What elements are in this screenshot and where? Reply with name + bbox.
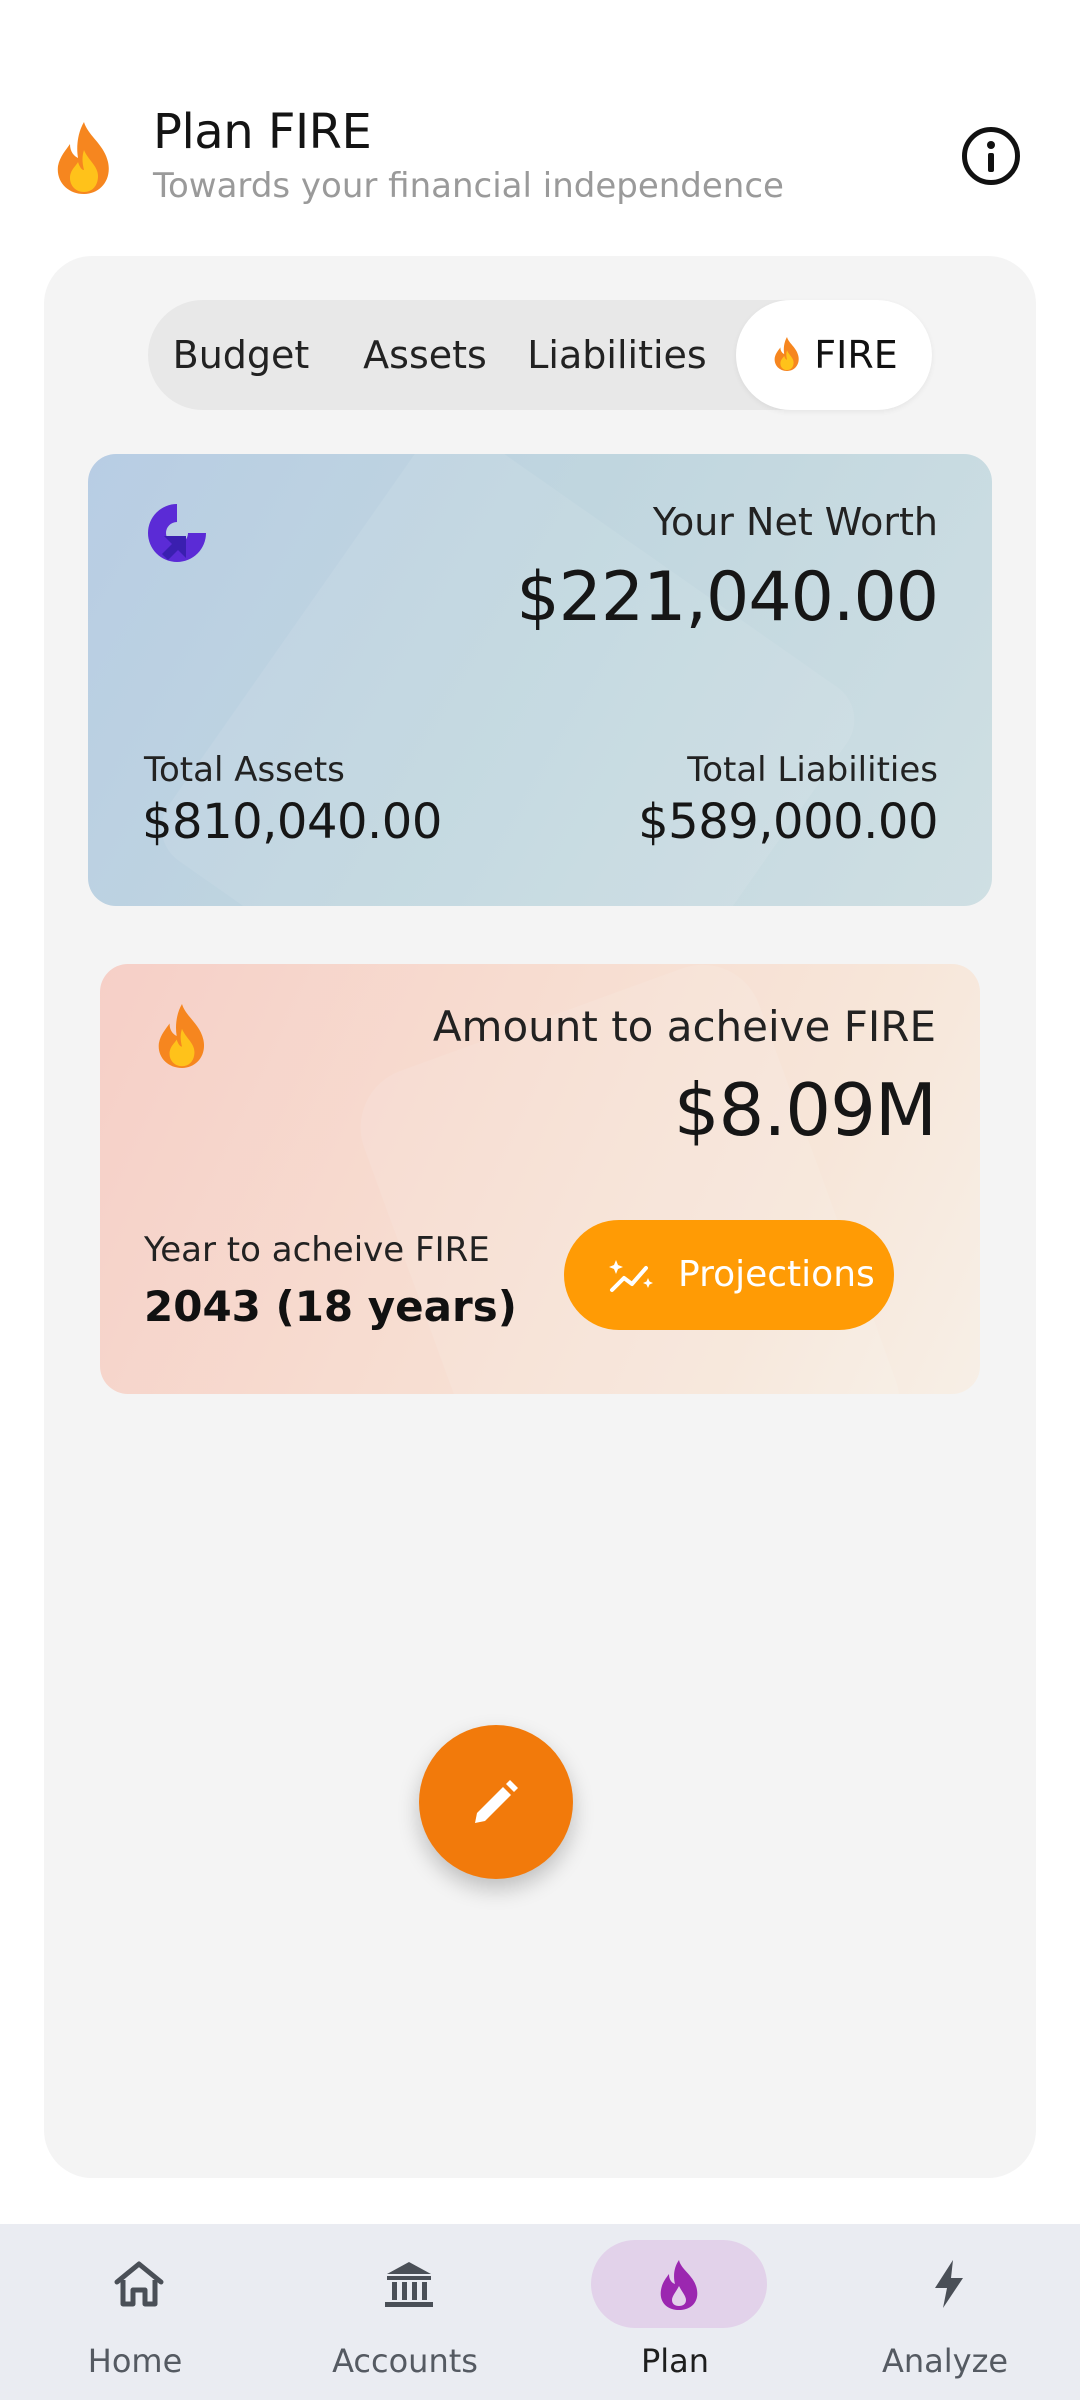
nav-accounts[interactable]: Accounts	[270, 2224, 540, 2400]
total-assets-label: Total Assets	[144, 750, 345, 790]
net-worth-card: Your Net Worth $221,040.00 Total Assets …	[88, 454, 992, 906]
bottom-navigation: Home Accounts Plan Analyze	[0, 2224, 1080, 2400]
page-subtitle: Towards your financial independence	[153, 166, 784, 206]
plan-fire-screen: Plan FIRE Towards your financial indepen…	[0, 0, 1080, 2400]
info-icon[interactable]	[962, 127, 1020, 185]
info-bar	[988, 153, 994, 172]
fire-emoji-icon	[774, 336, 799, 371]
nav-label: Home	[87, 2342, 183, 2380]
tab-label: FIRE	[814, 333, 898, 377]
total-liabilities-label: Total Liabilities	[687, 750, 938, 790]
tab-liabilities[interactable]: Liabilities	[516, 300, 718, 410]
projections-label: Projections	[678, 1254, 875, 1295]
edit-fab-button[interactable]	[419, 1725, 573, 1879]
bolt-icon	[935, 2260, 963, 2308]
sparkle-trend-icon	[609, 1260, 653, 1292]
page-title: Plan FIRE	[153, 104, 372, 160]
main-panel: Budget Assets Liabilities FIRE Your Net …	[44, 256, 1036, 2178]
net-worth-value: $221,040.00	[516, 558, 939, 637]
nav-label: Analyze	[881, 2342, 1009, 2380]
pencil-icon	[475, 1780, 518, 1823]
nav-label: Plan	[640, 2342, 710, 2380]
fire-amount-value: $8.09M	[673, 1068, 937, 1152]
home-icon	[114, 2261, 164, 2307]
flame-icon	[660, 2260, 698, 2310]
total-liabilities-value: $589,000.00	[638, 794, 938, 850]
tab-assets[interactable]: Assets	[334, 300, 516, 410]
projections-button[interactable]: Projections	[564, 1220, 894, 1330]
bank-icon	[385, 2262, 433, 2307]
tab-label: Budget	[172, 333, 310, 377]
app-logo-icon	[148, 504, 206, 562]
fire-year-value: 2043 (18 years)	[144, 1282, 517, 1331]
tab-label: Liabilities	[527, 333, 707, 377]
nav-analyze[interactable]: Analyze	[810, 2224, 1080, 2400]
nav-label: Accounts	[332, 2342, 478, 2380]
total-assets-value: $810,040.00	[142, 794, 442, 850]
fire-card: Amount to acheive FIRE $8.09M Year to ac…	[100, 964, 980, 1394]
fire-amount-label: Amount to acheive FIRE	[432, 1002, 936, 1051]
net-worth-label: Your Net Worth	[652, 500, 938, 544]
tab-label: Assets	[363, 333, 487, 377]
fire-emoji-icon	[57, 122, 109, 194]
plan-tabs: Budget Assets Liabilities FIRE	[148, 300, 932, 410]
fire-emoji-icon	[158, 1004, 205, 1068]
tab-budget[interactable]: Budget	[148, 300, 334, 410]
tab-fire[interactable]: FIRE	[736, 300, 932, 410]
nav-home[interactable]: Home	[0, 2224, 270, 2400]
nav-plan[interactable]: Plan	[540, 2224, 810, 2400]
fire-year-label: Year to acheive FIRE	[144, 1230, 490, 1270]
info-dot	[987, 141, 995, 149]
header: Plan FIRE Towards your financial indepen…	[0, 0, 1080, 240]
